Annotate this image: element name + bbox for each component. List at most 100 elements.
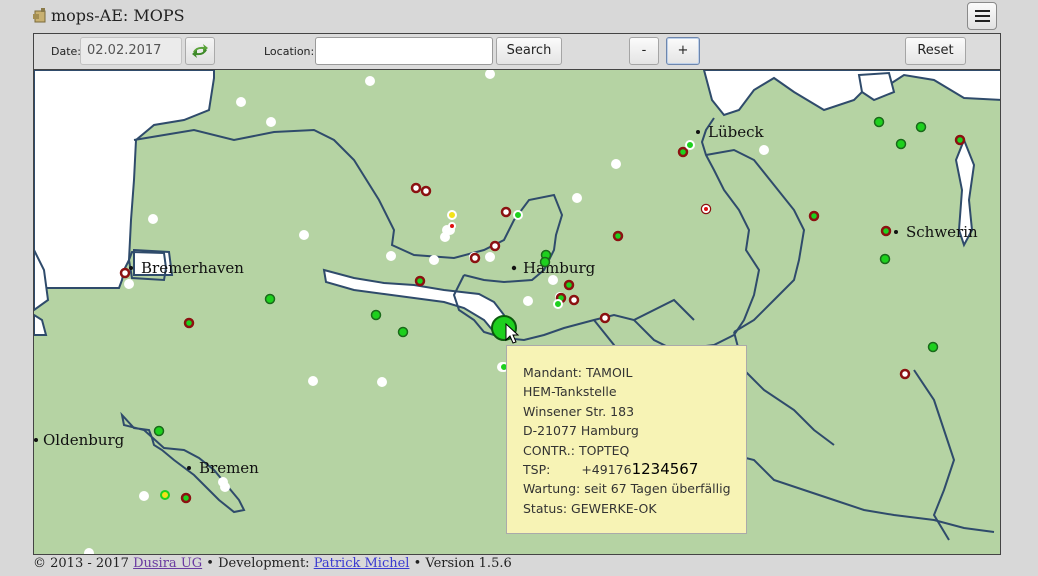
map-marker[interactable] bbox=[954, 134, 966, 146]
map-marker[interactable] bbox=[685, 140, 695, 150]
map-marker[interactable] bbox=[414, 275, 426, 287]
map-marker[interactable] bbox=[599, 312, 611, 324]
location-label: Location: bbox=[264, 45, 315, 58]
map-marker[interactable] bbox=[572, 193, 582, 203]
city-label-oldenburg: Oldenburg bbox=[43, 431, 125, 449]
map-marker[interactable] bbox=[879, 253, 891, 265]
map-marker[interactable] bbox=[448, 222, 456, 230]
state-border bbox=[633, 298, 695, 321]
map-marker[interactable] bbox=[611, 159, 621, 169]
map-marker[interactable] bbox=[899, 368, 911, 380]
developer-link[interactable]: Patrick Michel bbox=[314, 556, 410, 571]
map-marker[interactable] bbox=[180, 492, 192, 504]
map-marker[interactable] bbox=[420, 185, 432, 197]
map-marker[interactable] bbox=[84, 548, 94, 555]
map-marker[interactable] bbox=[548, 275, 558, 285]
map-marker[interactable] bbox=[365, 76, 375, 86]
map-marker[interactable] bbox=[808, 210, 820, 222]
map-marker[interactable] bbox=[880, 225, 892, 237]
map-marker[interactable] bbox=[523, 296, 533, 306]
map-marker[interactable] bbox=[148, 214, 158, 224]
state-border bbox=[733, 331, 835, 446]
tooltip-status: Status: GEWERKE-OK bbox=[523, 500, 657, 516]
map-marker[interactable] bbox=[489, 240, 501, 252]
map-marker[interactable] bbox=[873, 116, 885, 128]
footer-dev-prefix: • Development: bbox=[202, 556, 314, 571]
map-marker[interactable] bbox=[485, 252, 495, 262]
map-marker[interactable] bbox=[563, 279, 575, 291]
company-link[interactable]: Dusira UG bbox=[133, 556, 202, 571]
title-bar: mops-AE: MOPS bbox=[0, 0, 1038, 34]
map-marker[interactable] bbox=[539, 256, 551, 268]
tooltip-street: Winsener Str. 183 bbox=[523, 403, 635, 419]
map-marker[interactable] bbox=[377, 377, 387, 387]
tooltip-name: HEM-Tankstelle bbox=[523, 384, 617, 400]
city-label-hamburg: Hamburg bbox=[523, 259, 596, 277]
map-marker[interactable] bbox=[612, 230, 624, 242]
map-marker[interactable] bbox=[568, 294, 580, 306]
map-marker[interactable] bbox=[759, 145, 769, 155]
city-dot-schwerin bbox=[894, 230, 898, 234]
zoom-out-button[interactable]: - bbox=[629, 37, 659, 65]
tooltip-phone-prefix: +49176 bbox=[581, 462, 632, 478]
footer: © 2013 - 2017 Dusira UG • Development: P… bbox=[33, 556, 512, 571]
station-tooltip: Mandant: TAMOIL HEM-Tankstelle Winsener … bbox=[506, 345, 747, 534]
map-marker[interactable] bbox=[370, 309, 382, 321]
tooltip-mandant: Mandant: TAMOIL bbox=[523, 365, 633, 380]
search-button[interactable]: Search bbox=[496, 37, 562, 65]
hamburger-menu-icon[interactable] bbox=[967, 2, 997, 30]
map-marker[interactable] bbox=[513, 210, 523, 220]
map-marker[interactable] bbox=[299, 230, 309, 240]
city-label-luebeck: Lübeck bbox=[708, 123, 765, 141]
city-label-bremerhaven: Bremerhaven bbox=[141, 259, 244, 277]
map-marker[interactable] bbox=[500, 206, 512, 218]
map-marker[interactable] bbox=[220, 482, 230, 492]
map-marker[interactable] bbox=[264, 293, 276, 305]
map-marker[interactable] bbox=[429, 255, 439, 265]
refresh-button[interactable] bbox=[185, 37, 215, 65]
map-marker[interactable] bbox=[440, 232, 450, 242]
map-marker[interactable] bbox=[469, 252, 481, 264]
map-marker[interactable] bbox=[236, 97, 246, 107]
map-marker[interactable] bbox=[160, 490, 170, 500]
map-marker[interactable] bbox=[308, 376, 318, 386]
city-dot-luebeck bbox=[696, 130, 700, 134]
location-input[interactable] bbox=[315, 37, 493, 65]
map-marker[interactable] bbox=[119, 267, 131, 279]
footer-copyright: © 2013 - 2017 bbox=[33, 556, 134, 571]
map-marker[interactable] bbox=[702, 205, 710, 213]
reset-button[interactable]: Reset bbox=[905, 37, 966, 65]
map-marker[interactable] bbox=[927, 341, 939, 353]
map-marker[interactable] bbox=[410, 182, 422, 194]
baltic-bay bbox=[857, 71, 896, 102]
city-dot-bremerhaven bbox=[129, 266, 133, 270]
date-label: Date: bbox=[51, 45, 81, 58]
map-marker[interactable] bbox=[485, 70, 495, 79]
zoom-in-button[interactable]: + bbox=[666, 37, 700, 65]
tooltip-contractor: CONTR.: TOPTEQ bbox=[523, 442, 630, 458]
map-marker[interactable] bbox=[553, 299, 563, 309]
city-dot-bremen bbox=[187, 466, 191, 470]
green-white-markers[interactable] bbox=[499, 140, 695, 372]
map-marker[interactable] bbox=[266, 117, 276, 127]
toolbar: Date: 02.02.2017 Location: Search - + Re… bbox=[33, 33, 1001, 70]
map-marker[interactable] bbox=[677, 146, 689, 158]
map-marker[interactable] bbox=[386, 251, 396, 261]
map-marker[interactable] bbox=[183, 317, 195, 329]
map-marker[interactable] bbox=[895, 138, 907, 150]
weser-bay bbox=[34, 313, 48, 336]
app-logo-icon bbox=[33, 8, 46, 23]
map-marker[interactable] bbox=[397, 326, 409, 338]
map-marker[interactable] bbox=[447, 210, 457, 220]
date-input[interactable]: 02.02.2017 bbox=[80, 37, 182, 65]
map-marker[interactable] bbox=[153, 425, 165, 437]
tooltip-phone: TSP: +491761234567 bbox=[523, 460, 746, 479]
state-border bbox=[705, 148, 806, 333]
city-dot-oldenburg bbox=[34, 438, 38, 442]
city-label-bremen: Bremen bbox=[199, 459, 259, 477]
map-marker[interactable] bbox=[139, 491, 149, 501]
refresh-icon bbox=[192, 44, 208, 58]
map-marker[interactable] bbox=[915, 121, 927, 133]
north-sea-water bbox=[34, 70, 215, 289]
map-marker[interactable] bbox=[124, 279, 134, 289]
